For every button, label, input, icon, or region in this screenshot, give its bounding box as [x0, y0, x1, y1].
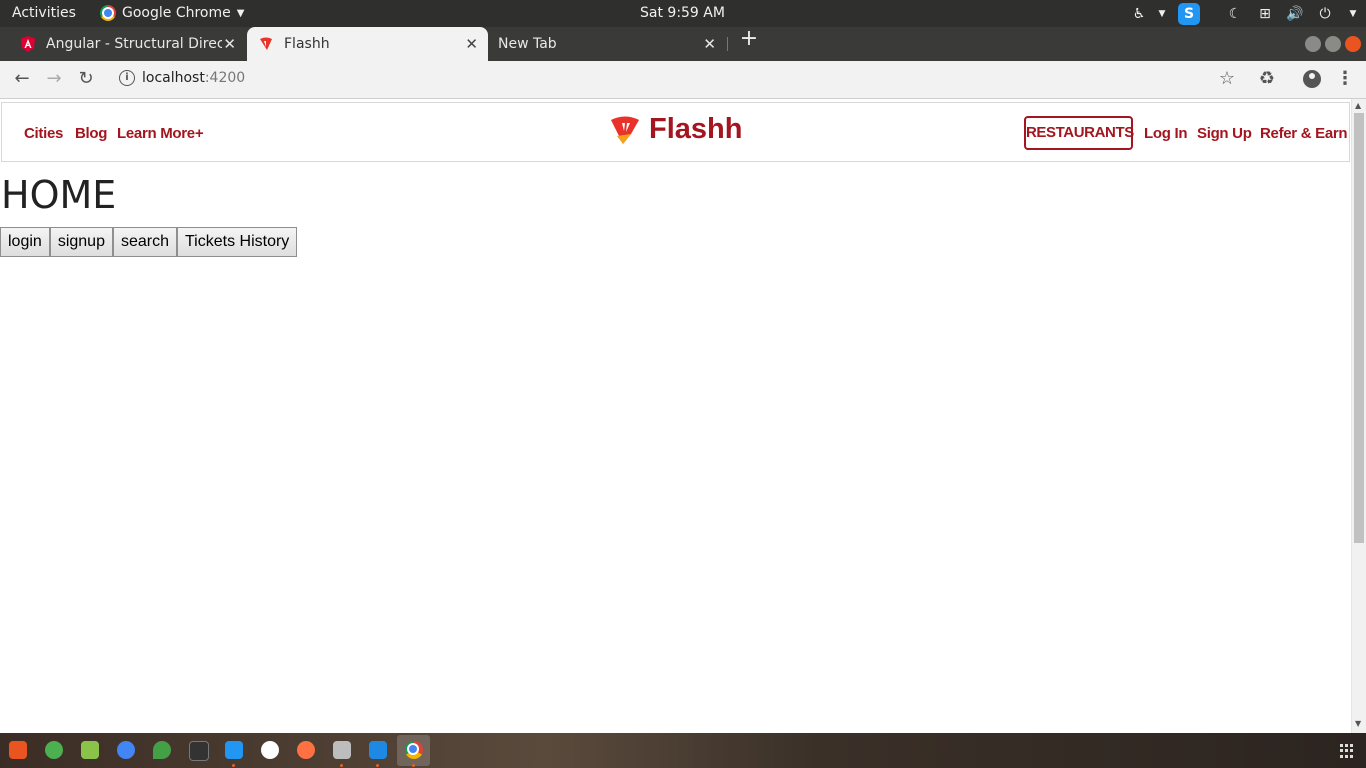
nav-link-sign-up[interactable]: Sign Up: [1197, 125, 1252, 142]
tab-new-tab[interactable]: New Tab ✕: [498, 27, 726, 61]
globe-app-icon[interactable]: [45, 741, 63, 759]
running-indicator: [232, 764, 235, 767]
maps-app-icon[interactable]: [153, 741, 171, 759]
tab-flashh[interactable]: Flashh ✕: [247, 27, 488, 61]
page-title: HOME: [1, 173, 117, 217]
browser-toolbar: ← → ↻ i localhost:4200 ☆ ♻ ⋮: [0, 61, 1366, 99]
software-center-icon[interactable]: [9, 741, 27, 759]
star-icon[interactable]: ☆: [1215, 67, 1239, 91]
terminal-icon[interactable]: [189, 741, 209, 761]
tab-separator: [727, 37, 728, 51]
tab-angular[interactable]: Angular - Structural Direc ✕: [10, 27, 246, 61]
network-icon[interactable]: ⊞: [1250, 6, 1280, 22]
action-button-row: login signup search Tickets History: [0, 227, 298, 257]
angular-icon: [21, 36, 35, 52]
profile-avatar-icon[interactable]: [1303, 70, 1321, 88]
new-tab-button[interactable]: +: [738, 28, 760, 51]
chromium-icon[interactable]: [117, 741, 135, 759]
flashh-logo-icon: [260, 37, 272, 50]
nav-link-blog[interactable]: Blog: [75, 125, 107, 142]
chevron-down-icon[interactable]: ▼: [1340, 9, 1366, 19]
skype-icon[interactable]: [225, 741, 243, 759]
page-viewport: Cities Blog Learn More+ Flashh RESTAURAN…: [0, 99, 1351, 733]
vscode-icon[interactable]: [369, 741, 387, 759]
page-scrollbar[interactable]: ▲ ▼: [1351, 99, 1366, 733]
tab-title: Angular - Structural Direc: [46, 36, 222, 52]
tab-title: New Tab: [498, 36, 557, 52]
menu-kebab-icon[interactable]: ⋮: [1333, 67, 1357, 91]
scroll-up-arrow-icon[interactable]: ▲: [1355, 101, 1361, 110]
close-icon[interactable]: ✕: [223, 35, 236, 53]
volume-icon[interactable]: 🔊: [1280, 6, 1310, 22]
url-port: :4200: [204, 70, 246, 86]
scroll-down-arrow-icon[interactable]: ▼: [1355, 719, 1361, 728]
accessibility-icon[interactable]: ♿: [1124, 6, 1154, 22]
close-icon[interactable]: ✕: [465, 35, 478, 53]
minimize-button[interactable]: [1305, 36, 1321, 52]
url-text: localhost:4200: [142, 70, 245, 86]
forward-arrow-icon[interactable]: →: [42, 67, 66, 91]
activities-button[interactable]: Activities: [12, 5, 76, 21]
show-applications-icon[interactable]: [1340, 744, 1354, 758]
close-window-button[interactable]: [1345, 36, 1361, 52]
extension-recycle-icon[interactable]: ♻: [1255, 67, 1279, 91]
taskbar-dock: [0, 733, 1366, 768]
nav-link-cities[interactable]: Cities: [24, 125, 63, 142]
close-icon[interactable]: ✕: [703, 35, 716, 53]
back-arrow-icon[interactable]: ←: [10, 67, 34, 91]
flashh-logo-icon: [611, 116, 639, 144]
login-button[interactable]: login: [0, 227, 50, 257]
nav-link-log-in[interactable]: Log In: [1144, 125, 1187, 142]
tickets-history-button[interactable]: Tickets History: [177, 227, 298, 257]
reload-icon[interactable]: ↻: [74, 67, 98, 91]
signup-button[interactable]: signup: [49, 227, 113, 257]
chevron-down-icon: ▼: [236, 7, 245, 19]
info-icon[interactable]: i: [119, 70, 135, 86]
url-host: localhost: [142, 70, 205, 86]
brand-name: Flashh: [649, 113, 743, 145]
postman-icon[interactable]: [297, 741, 315, 759]
chrome-icon: [100, 5, 116, 21]
running-indicator: [376, 764, 379, 767]
files-app-icon[interactable]: [333, 741, 351, 759]
chevron-down-icon[interactable]: ▼: [1154, 9, 1170, 19]
running-indicator: [412, 764, 415, 767]
chrome-dock-icon[interactable]: [405, 741, 423, 759]
running-indicator: [340, 764, 343, 767]
address-bar[interactable]: i localhost:4200: [113, 65, 1243, 93]
brand-logo[interactable]: Flashh: [609, 113, 742, 146]
mongodb-compass-icon[interactable]: [261, 741, 279, 759]
app-menu[interactable]: Google Chrome ▼: [100, 5, 244, 21]
power-icon[interactable]: ⏻: [1310, 6, 1340, 22]
system-clock[interactable]: Sat 9:59 AM: [640, 5, 725, 21]
system-top-bar: Activities Google Chrome ▼ Sat 9:59 AM ♿…: [0, 0, 1366, 27]
scrollbar-thumb[interactable]: [1354, 113, 1364, 543]
search-button[interactable]: search: [112, 227, 177, 257]
restaurants-button[interactable]: RESTAURANTS: [1024, 116, 1134, 150]
nav-link-refer-earn[interactable]: Refer & Earn: [1260, 125, 1348, 142]
system-tray: ♿ ▼ S ☾ ⊞ 🔊 ⏻ ▼: [1124, 0, 1366, 27]
nav-link-learn-more[interactable]: Learn More+: [117, 125, 204, 142]
maximize-button[interactable]: [1325, 36, 1341, 52]
tab-strip: Angular - Structural Direc ✕ Flashh ✕ Ne…: [0, 27, 1366, 61]
skype-tray-icon[interactable]: S: [1178, 2, 1200, 25]
site-navbar: Cities Blog Learn More+ Flashh RESTAURAN…: [1, 102, 1350, 162]
app-menu-label: Google Chrome: [122, 5, 231, 21]
image-viewer-icon[interactable]: [81, 741, 99, 759]
night-light-icon[interactable]: ☾: [1220, 6, 1250, 22]
tab-title: Flashh: [284, 36, 330, 52]
